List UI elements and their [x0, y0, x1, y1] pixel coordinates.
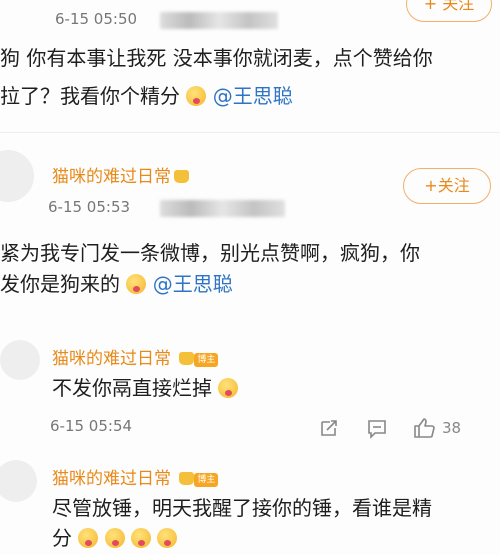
reply1-time: 6-15 05:54: [50, 417, 133, 435]
comment2-time: 6-15 05:53: [48, 198, 131, 216]
crown-icon: [174, 170, 189, 183]
comment2-text-line2: 发你是狗来的 @王思聪: [0, 268, 233, 301]
reply1-like-count: 38: [442, 419, 462, 437]
emoji-icon: [78, 528, 99, 548]
emoji-icon: [126, 274, 147, 294]
comment1-time: 6-15 05:50: [55, 10, 138, 28]
comment2-username-text[interactable]: 猫咪的难过日常: [52, 167, 171, 187]
reply1-text: 不发你鬲直接烂掉: [52, 372, 239, 405]
emoji-icon: [157, 528, 178, 548]
emoji-icon: [218, 378, 239, 398]
reply2-text-line2: 分: [52, 522, 178, 555]
blogger-badge: 博主: [194, 353, 219, 367]
reply1-username-text[interactable]: 猫咪的难过日常: [52, 349, 171, 369]
comment1-text-line1: 狗 你有本事让我死 没本事你就闭麦，点个赞给你: [0, 46, 433, 70]
comment2-follow-button[interactable]: +关注: [403, 168, 491, 204]
comment2-location-blur: [160, 200, 285, 217]
crown-icon: [179, 352, 195, 365]
comment2-text-line1: 紧为我专门发一条微博，别光点赞啊，疯狗，你: [0, 241, 420, 265]
comment1-location-blur: [160, 12, 278, 29]
reply2-text-line1: 尽管放锤，明天我醒了接你的锤，看谁是精: [52, 496, 432, 520]
like-icon: [414, 418, 435, 438]
reply1-avatar[interactable]: [0, 340, 40, 380]
like-button[interactable]: [412, 416, 436, 444]
reply2-text-line2-text: 分: [52, 526, 72, 550]
crown-icon: [179, 472, 195, 485]
comment-divider: [0, 132, 500, 133]
reply2-username-text[interactable]: 猫咪的难过日常: [52, 469, 171, 489]
reply2-username[interactable]: 猫咪的难过日常 博主: [52, 464, 219, 489]
comment1-mention-link[interactable]: @王思聪: [213, 84, 293, 108]
comment1-text-line2-text: 拉了？我看你个精分: [0, 84, 180, 108]
comment2-username[interactable]: 猫咪的难过日常: [52, 162, 189, 187]
comment2-mention-link[interactable]: @王思聪: [153, 272, 233, 296]
comment-icon[interactable]: [366, 418, 388, 444]
emoji-icon: [186, 86, 207, 106]
reply2-avatar[interactable]: [0, 460, 37, 502]
blogger-badge: 博主: [194, 473, 219, 487]
comment1-text-line2: 拉了？我看你个精分 @王思聪: [0, 80, 293, 113]
comment1-follow-button[interactable]: + 关注: [406, 0, 492, 22]
comment2-text-line2-text: 发你是狗来的: [0, 272, 120, 296]
emoji-icon: [131, 528, 152, 548]
reply1-text-content: 不发你鬲直接烂掉: [52, 376, 212, 400]
emoji-icon: [104, 528, 125, 548]
reply1-username[interactable]: 猫咪的难过日常 博主: [52, 344, 219, 369]
comment2-avatar[interactable]: [0, 150, 34, 202]
share-icon[interactable]: [318, 417, 340, 443]
